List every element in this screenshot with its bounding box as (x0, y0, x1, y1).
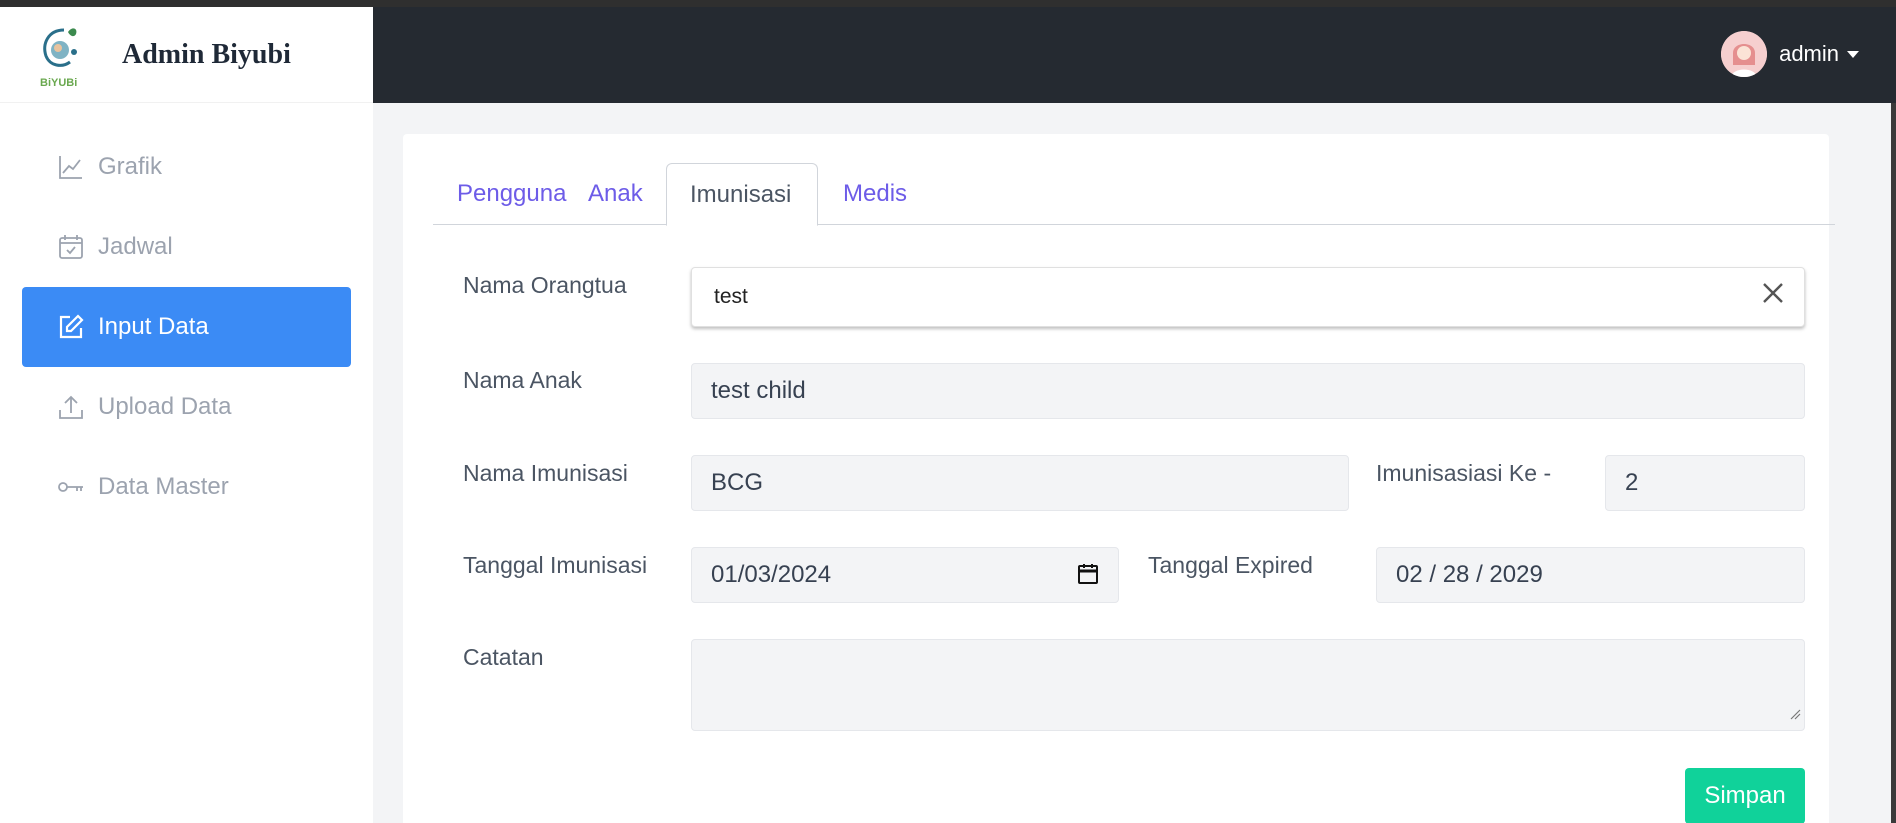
chart-line-icon (56, 152, 86, 182)
brand-title: Admin Biyubi (122, 38, 291, 70)
window-top-strip (0, 0, 1896, 7)
catatan-textarea[interactable] (691, 639, 1805, 731)
nama-imunisasi-field[interactable]: BCG (691, 455, 1349, 511)
catatan-label: Catatan (463, 644, 544, 670)
imunisasi-ke-value: 2 (1625, 469, 1639, 496)
sidebar-nav: Grafik Jadwal Input Data Upload Data Dat… (0, 103, 373, 527)
tanggal-expired-value: 02 / 28 / 2029 (1396, 561, 1543, 588)
calendar-icon[interactable] (1076, 562, 1100, 593)
tanggal-imunisasi-field[interactable]: 01/03/2024 (691, 547, 1119, 603)
tab-anak[interactable]: Anak (564, 163, 667, 225)
tanggal-expired-field[interactable]: 02 / 28 / 2029 (1376, 547, 1805, 603)
nama-orangtua-label: Nama Orangtua (463, 272, 627, 298)
avatar (1721, 31, 1768, 77)
nama-imunisasi-value: BCG (711, 469, 764, 496)
svg-text:BiYUBi: BiYUBi (40, 77, 77, 89)
sidebar-item-upload-data[interactable]: Upload Data (22, 367, 351, 447)
imunisasi-ke-field[interactable]: 2 (1605, 455, 1805, 511)
nama-anak-field[interactable]: test child (691, 363, 1805, 419)
key-icon (56, 472, 86, 502)
input-form-card: Pengguna Anak Imunisasi Medis Nama Orang… (403, 134, 1835, 823)
sidebar-item-jadwal[interactable]: Jadwal (22, 207, 351, 287)
chevron-down-icon (1847, 50, 1859, 58)
tab-imunisasi[interactable]: Imunisasi (666, 163, 818, 226)
tanggal-imunisasi-label: Tanggal Imunisasi (463, 552, 648, 578)
clear-icon[interactable] (1760, 280, 1786, 306)
imunisasi-ke-label: Imunisasiasi Ke - (1376, 460, 1552, 486)
calendar-icon (56, 232, 86, 262)
nama-orangtua-value: test (714, 285, 748, 308)
nama-orangtua-select[interactable]: test (691, 267, 1805, 327)
user-menu[interactable]: admin (1721, 31, 1859, 77)
tab-bar: Pengguna Anak Imunisasi Medis (433, 163, 1835, 226)
brand[interactable]: BiYUBi Admin Biyubi (0, 7, 373, 103)
sidebar-item-grafik[interactable]: Grafik (22, 127, 351, 207)
sidebar-item-label: Upload Data (98, 393, 232, 420)
nama-anak-value: test child (711, 377, 806, 404)
sidebar-item-data-master[interactable]: Data Master (22, 447, 351, 527)
sidebar: BiYUBi Admin Biyubi Grafik Jadwal Input … (0, 7, 373, 823)
biyubi-logo: BiYUBi (38, 20, 88, 90)
edit-icon (56, 312, 86, 342)
nama-imunisasi-label: Nama Imunisasi (463, 460, 628, 486)
resize-handle-icon[interactable] (1789, 699, 1801, 727)
sidebar-item-label: Grafik (98, 153, 163, 180)
user-name: admin (1779, 41, 1839, 66)
scrollbar-track[interactable] (1891, 103, 1896, 823)
tanggal-imunisasi-value: 01/03/2024 (711, 561, 832, 588)
top-header: admin (373, 7, 1896, 103)
simpan-button[interactable]: Simpan (1685, 768, 1805, 823)
upload-icon (56, 392, 86, 422)
tab-medis[interactable]: Medis (819, 163, 931, 225)
tanggal-expired-label: Tanggal Expired (1148, 552, 1313, 578)
sidebar-item-input-data[interactable]: Input Data (22, 287, 351, 367)
sidebar-item-label: Input Data (98, 313, 209, 340)
sidebar-item-label: Jadwal (98, 233, 173, 260)
sidebar-item-label: Data Master (98, 473, 229, 500)
nama-anak-label: Nama Anak (463, 367, 582, 393)
